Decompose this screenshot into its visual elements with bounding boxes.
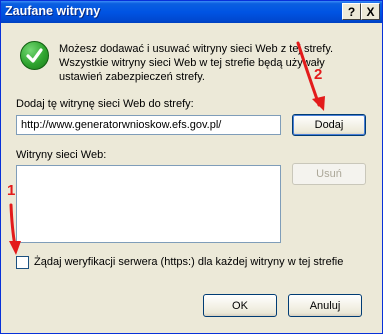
add-button[interactable]: Dodaj	[292, 114, 366, 136]
require-verification-label: Żądaj weryfikacji serwera (https:) dla k…	[34, 256, 344, 268]
close-button[interactable]: X	[361, 3, 380, 20]
site-url-input[interactable]	[16, 115, 281, 135]
info-line-3: ustawień zabezpieczeń strefy.	[59, 71, 205, 83]
info-line-1: Możesz dodawać i usuwać witryny sieci We…	[59, 43, 334, 55]
info-line-2: Wszystkie witryny sieci Web w tej strefi…	[59, 57, 325, 69]
info-text: Możesz dodawać i usuwać witryny sieci We…	[59, 42, 369, 84]
ok-button[interactable]: OK	[203, 294, 277, 317]
cancel-button[interactable]: Anuluj	[288, 294, 362, 317]
check-shield-icon	[20, 41, 49, 70]
help-button[interactable]: ?	[342, 3, 361, 20]
annotation-marker-1: 1	[7, 182, 16, 199]
trusted-sites-dialog: Zaufane witryny ? X Możesz dodawać i usu…	[0, 0, 383, 334]
remove-button[interactable]: Usuń	[292, 163, 366, 185]
title-bar[interactable]: Zaufane witryny ? X	[1, 1, 382, 23]
sites-list-label: Witryny sieci Web:	[16, 149, 107, 161]
add-site-label: Dodaj tę witrynę sieci Web do strefy:	[16, 98, 194, 110]
sites-listbox[interactable]	[16, 165, 281, 243]
window-title: Zaufane witryny	[5, 4, 101, 18]
annotation-marker-2: 2	[314, 66, 323, 83]
require-verification-checkbox[interactable]	[16, 256, 29, 269]
